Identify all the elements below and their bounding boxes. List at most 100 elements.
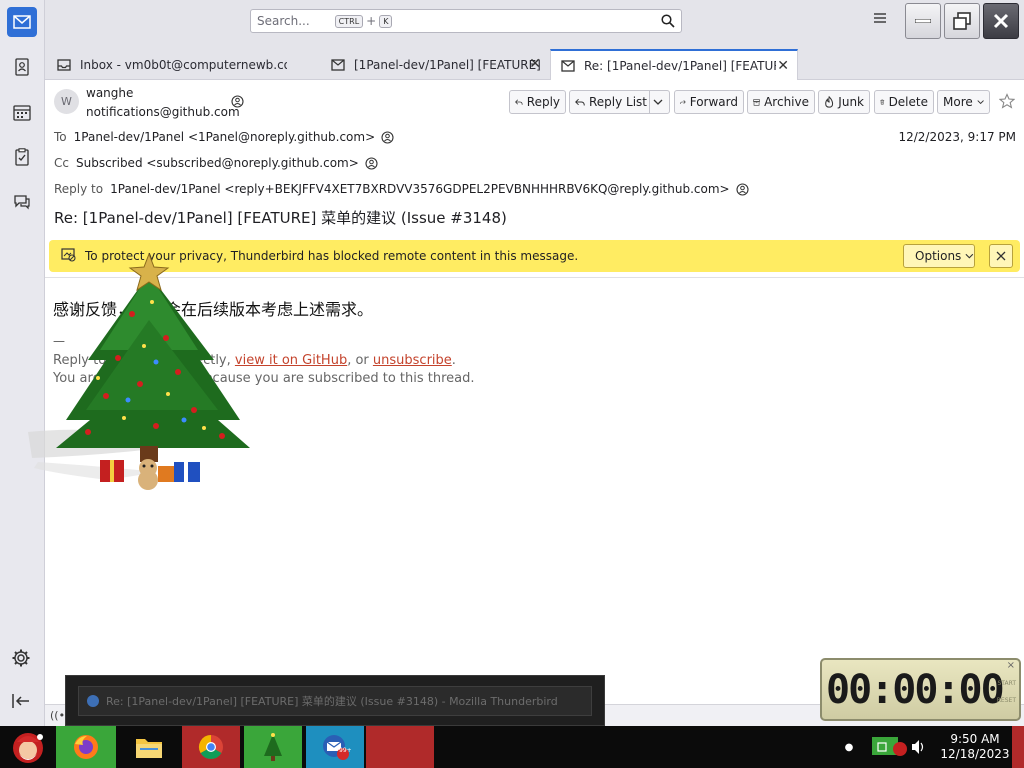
tray-date: 12/18/2023 bbox=[940, 747, 1010, 761]
reply-list-icon bbox=[575, 98, 585, 106]
tray-network-volume-icon bbox=[872, 737, 924, 756]
delete-button[interactable]: Delete bbox=[874, 90, 934, 114]
top-bar: Search... CTRL + K bbox=[45, 0, 1024, 44]
search-input[interactable]: Search... CTRL + K bbox=[250, 9, 682, 33]
tab-label: Re: [1Panel-dev/1Panel] [FEATURE] bbox=[584, 58, 776, 73]
search-shortcut-ctrl: CTRL bbox=[334, 14, 364, 28]
message-subject: Re: [1Panel-dev/1Panel] [FEATURE] 菜单的建议 … bbox=[54, 209, 507, 227]
reply-list-label: Reply List bbox=[588, 95, 647, 109]
file-explorer-taskbar-button[interactable] bbox=[120, 726, 178, 768]
to-label: To bbox=[54, 130, 67, 144]
cc-value[interactable]: Subscribed <subscribed@noreply.github.co… bbox=[76, 156, 359, 170]
collapse-spaces-icon[interactable] bbox=[11, 693, 31, 712]
from-email[interactable]: notifications@github.com bbox=[86, 105, 240, 119]
add-contact-icon[interactable] bbox=[365, 156, 378, 170]
address-book-space-button[interactable] bbox=[7, 52, 37, 82]
from-name[interactable]: wanghe bbox=[86, 86, 133, 100]
to-row: To 1Panel-dev/1Panel <1Panel@noreply.git… bbox=[54, 130, 394, 144]
close-tab-icon[interactable]: ✕ bbox=[777, 58, 789, 74]
hamburger-icon bbox=[874, 13, 886, 23]
archive-label: Archive bbox=[764, 95, 809, 109]
firefox-taskbar-button[interactable] bbox=[56, 726, 116, 768]
cc-label: Cc bbox=[54, 156, 69, 170]
chat-space-button[interactable] bbox=[7, 187, 37, 217]
add-contact-icon[interactable] bbox=[381, 130, 394, 144]
tab-inbox[interactable]: Inbox - vm0b0t@computernewb.com bbox=[47, 49, 287, 80]
email-icon bbox=[561, 59, 575, 72]
forward-label: Forward bbox=[689, 95, 738, 109]
preview-title-row[interactable]: Re: [1Panel-dev/1Panel] [FEATURE] 菜单的建议 … bbox=[78, 686, 592, 716]
chevron-down-icon bbox=[965, 253, 974, 259]
more-button[interactable]: More bbox=[937, 90, 990, 114]
search-icon[interactable] bbox=[661, 14, 675, 31]
notification-close-button[interactable] bbox=[989, 244, 1013, 268]
thunderbird-taskbar-button[interactable]: 99+ bbox=[306, 726, 364, 768]
windows-taskbar: 99+ ● 9:50 AM 12/18/2023 bbox=[0, 726, 1024, 768]
minimize-button[interactable] bbox=[905, 3, 941, 39]
address-book-icon bbox=[15, 58, 29, 76]
calendar-space-button[interactable] bbox=[7, 97, 37, 127]
reply-to-value[interactable]: 1Panel-dev/1Panel <reply+BEKJFFV4XET7BXR… bbox=[110, 182, 729, 196]
tray-icons[interactable] bbox=[868, 726, 926, 768]
mail-icon bbox=[13, 15, 31, 29]
tray-time: 9:50 AM bbox=[950, 732, 1000, 746]
minimize-icon bbox=[915, 19, 931, 23]
chrome-taskbar-button[interactable] bbox=[182, 726, 240, 768]
chrome-icon bbox=[198, 735, 223, 760]
tab-re-feature[interactable]: Re: [1Panel-dev/1Panel] [FEATURE] ✕ bbox=[550, 49, 798, 80]
tray-dot-icon[interactable]: ● bbox=[843, 726, 855, 768]
settings-icon[interactable] bbox=[11, 648, 31, 671]
tab-label: [1Panel-dev/1Panel] [FEATURE] (Issu bbox=[354, 57, 542, 72]
tray-clock[interactable]: 9:50 AM 12/18/2023 bbox=[940, 732, 1010, 762]
santa-start-icon bbox=[13, 733, 43, 763]
taskbar-window-preview[interactable]: Re: [1Panel-dev/1Panel] [FEATURE] 菜单的建议 … bbox=[65, 675, 605, 726]
christmas-tree-taskbar-button[interactable] bbox=[244, 726, 302, 768]
forward-icon bbox=[680, 100, 686, 105]
avatar: W bbox=[54, 89, 79, 114]
chevron-down-icon bbox=[653, 99, 662, 105]
reply-list-button[interactable]: Reply List bbox=[569, 90, 670, 114]
thunderbird-icon bbox=[87, 695, 99, 707]
app-menu-button[interactable] bbox=[873, 11, 891, 29]
junk-icon bbox=[825, 95, 834, 108]
timer-start-button[interactable]: START bbox=[997, 680, 1016, 687]
forward-button[interactable]: Forward bbox=[674, 90, 744, 114]
add-contact-icon[interactable] bbox=[736, 182, 749, 196]
christmas-tree-overlay bbox=[28, 250, 258, 500]
firefox-icon bbox=[74, 735, 98, 759]
reply-button[interactable]: Reply bbox=[509, 90, 566, 114]
search-placeholder: Search... bbox=[257, 14, 310, 28]
trash-icon bbox=[880, 99, 885, 105]
calendar-icon bbox=[13, 104, 31, 121]
chevron-down-icon bbox=[977, 100, 984, 105]
restore-button[interactable] bbox=[944, 3, 980, 39]
delete-label: Delete bbox=[888, 95, 928, 109]
star-icon[interactable] bbox=[998, 93, 1016, 112]
options-label: Options bbox=[915, 249, 962, 263]
mail-space-button[interactable] bbox=[7, 7, 37, 37]
timer-reset-button[interactable]: RESET bbox=[997, 697, 1016, 704]
archive-icon bbox=[753, 98, 760, 106]
close-icon bbox=[996, 251, 1006, 261]
tasks-icon bbox=[15, 148, 29, 166]
timer-close-button[interactable]: × bbox=[1007, 660, 1015, 671]
tasks-space-button[interactable] bbox=[7, 142, 37, 172]
reply-list-dropdown[interactable] bbox=[649, 91, 669, 113]
christmas-tree-icon bbox=[264, 733, 282, 761]
email-icon bbox=[331, 58, 345, 71]
to-value[interactable]: 1Panel-dev/1Panel <1Panel@noreply.github… bbox=[74, 130, 376, 144]
timer-widget: 00:00:00 × START RESET bbox=[820, 658, 1021, 721]
tab-feature-issue[interactable]: [1Panel-dev/1Panel] [FEATURE] (Issu ✕ bbox=[321, 49, 549, 80]
close-tab-icon[interactable]: ✕ bbox=[529, 56, 541, 72]
archive-button[interactable]: Archive bbox=[747, 90, 815, 114]
unsubscribe-link[interactable]: unsubscribe bbox=[373, 353, 452, 368]
junk-button[interactable]: Junk bbox=[818, 90, 870, 114]
add-contact-icon[interactable] bbox=[231, 95, 244, 111]
taskbar-button[interactable] bbox=[366, 726, 434, 768]
search-shortcut-k: K bbox=[379, 14, 393, 28]
start-button[interactable] bbox=[4, 726, 52, 768]
notification-options-button[interactable]: Options bbox=[903, 244, 975, 268]
show-desktop-button[interactable] bbox=[1012, 726, 1024, 768]
more-label: More bbox=[943, 95, 973, 109]
close-window-button[interactable] bbox=[983, 3, 1019, 39]
